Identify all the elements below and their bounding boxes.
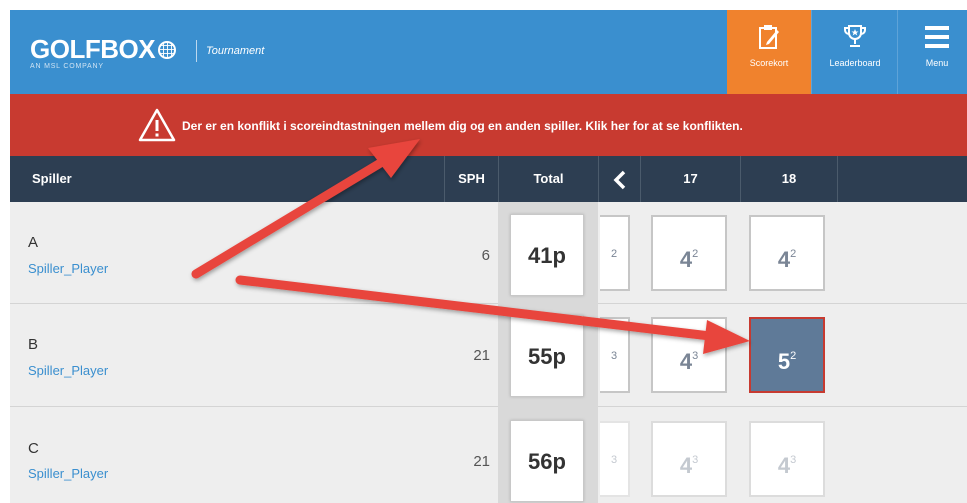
app-header: GOLFBOX AN MSL COMPANY Tournament Scorek… [10,10,967,94]
score-cell-hole-17[interactable]: 43 [651,421,727,497]
previous-holes-button[interactable] [598,156,640,202]
score-superscript: 2 [790,248,797,260]
conflict-message: Der er en konflikt i scoreindtastningen … [182,119,743,133]
score-superscript: 3 [692,350,699,362]
logo-text: GOLFBOX [30,34,156,64]
score-cell-hole-17[interactable]: 43 [651,317,727,393]
score-cell-hole-18[interactable]: 42 [749,215,825,291]
score-value: 4 [679,453,693,478]
player-link[interactable]: Spiller_Player [28,363,108,378]
globe-icon [158,41,177,59]
player-name: B [28,336,39,353]
score-superscript: 3 [610,350,618,362]
score-cell-hole-16[interactable]: 2 [600,215,630,291]
score-value: 5 [777,349,791,374]
total-score-box: 55p [510,315,584,397]
score-cell-hole-17[interactable]: 42 [651,215,727,291]
player-name: C [28,440,39,457]
nav-divider [811,10,812,94]
score-table-header: Spiller SPH Total 17 18 [10,156,967,202]
warning-icon [138,108,176,142]
score-superscript: 2 [692,248,699,260]
column-total: Total [498,156,598,202]
player-sph: 21 [473,453,490,470]
score-value: 4 [679,349,693,374]
column-player: Spiller [32,171,72,186]
nav-menu-label: Menu [925,58,949,68]
conflict-alert-banner[interactable]: Der er en konflikt i scoreindtastningen … [10,94,967,156]
nav-scorekort-button[interactable]: Scorekort [727,10,811,94]
player-link[interactable]: Spiller_Player [28,466,108,481]
score-cell-hole-18-conflict[interactable]: 52 [749,317,825,393]
score-cell-hole-16[interactable]: 3 [600,421,630,497]
column-sph: SPH [444,156,498,202]
section-title: Tournament [206,45,265,57]
score-value: 4 [777,453,791,478]
column-hole-17: 17 [640,156,740,202]
trophy-icon [844,25,866,47]
nav-leaderboard-label: Leaderboard [829,58,881,68]
score-value: 4 [777,247,791,272]
nav-menu-button[interactable]: Menu [907,10,967,94]
score-superscript: 2 [610,248,618,260]
player-sph: 6 [481,247,490,264]
total-score-box: 56p [510,420,584,502]
nav-leaderboard-button[interactable]: Leaderboard [815,10,895,94]
nav-scorekort-label: Scorekort [749,58,789,68]
scorecard-icon [759,25,779,49]
hamburger-icon [925,26,949,48]
total-score-box: 41p [510,214,584,296]
nav-divider [897,10,898,94]
score-value: 4 [679,247,693,272]
chevron-left-icon [613,170,625,189]
score-cell-hole-16[interactable]: 3 [600,317,630,393]
score-superscript: 3 [692,454,699,466]
golfbox-logo[interactable]: GOLFBOX [30,34,177,65]
player-link[interactable]: Spiller_Player [28,261,108,276]
score-superscript: 3 [610,454,618,466]
brand-divider [196,40,197,62]
player-name: A [28,234,39,251]
score-cell-hole-18[interactable]: 43 [749,421,825,497]
score-superscript: 2 [790,350,797,362]
score-superscript: 3 [790,454,797,466]
logo-tagline: AN MSL COMPANY [30,63,104,70]
column-hole-18: 18 [740,156,838,202]
player-sph: 21 [473,347,490,364]
